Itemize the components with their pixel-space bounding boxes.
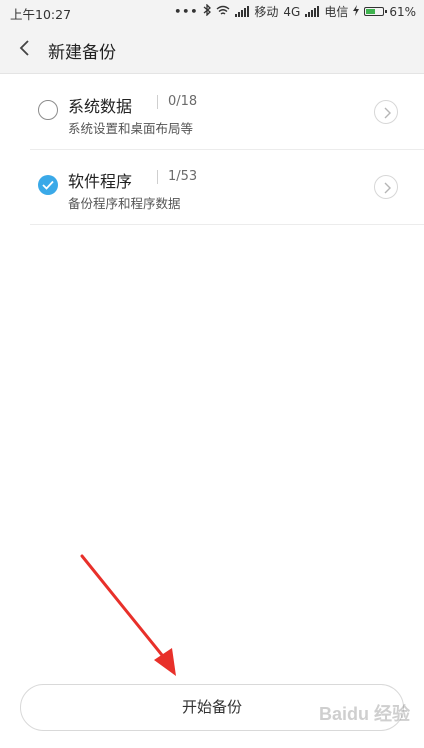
backup-list: 系统数据 0/18 系统设置和桌面布局等 软件程序 1/53 备份程序和程序数据 (30, 75, 424, 225)
battery-percent: 61% (389, 4, 416, 19)
notification-dots-icon: ••• (174, 5, 199, 18)
checkmark-icon (42, 180, 54, 190)
network-type: 4G (283, 4, 301, 19)
status-time: 上午10:27 (10, 7, 72, 22)
checkbox-apps[interactable] (38, 175, 58, 195)
detail-button-apps[interactable] (374, 175, 398, 199)
annotation-arrow-icon (80, 554, 176, 676)
item-title: 软件程序 (68, 172, 133, 191)
checkbox-system-data[interactable] (38, 100, 58, 120)
item-count: 1/53 (157, 170, 197, 184)
chevron-right-icon (384, 107, 391, 119)
bluetooth-icon (203, 3, 212, 19)
status-indicators: ••• 移动 4G 电信 61% (174, 3, 416, 20)
phone-screen: 上午10:27 ••• 移动 4G 电信 61% 新建备份 系统数据 0/18 … (0, 0, 424, 748)
detail-button-system-data[interactable] (374, 100, 398, 124)
item-title: 系统数据 (68, 97, 133, 116)
page-title: 新建备份 (48, 43, 116, 63)
list-item-system-data[interactable]: 系统数据 0/18 系统设置和桌面布局等 (30, 75, 424, 150)
start-backup-button[interactable]: 开始备份 (20, 684, 404, 731)
list-item-apps[interactable]: 软件程序 1/53 备份程序和程序数据 (30, 150, 424, 225)
battery-fill (366, 9, 376, 14)
chevron-right-icon (384, 182, 391, 194)
signal-icon (235, 6, 250, 17)
chevron-left-icon (19, 40, 29, 56)
item-count: 0/18 (157, 95, 197, 109)
title-bar: 新建备份 (0, 24, 424, 74)
battery-icon (364, 7, 388, 16)
item-subtitle: 备份程序和程序数据 (68, 196, 181, 211)
charging-icon (353, 4, 360, 19)
item-subtitle: 系统设置和桌面布局等 (68, 121, 194, 136)
status-bar: 上午10:27 ••• 移动 4G 电信 61% (0, 0, 424, 24)
wifi-icon (216, 5, 230, 19)
carrier-mobile: 移动 (254, 5, 279, 19)
back-button[interactable] (14, 36, 38, 60)
carrier-telecom: 电信 (324, 5, 349, 19)
signal-icon-2 (305, 6, 320, 17)
